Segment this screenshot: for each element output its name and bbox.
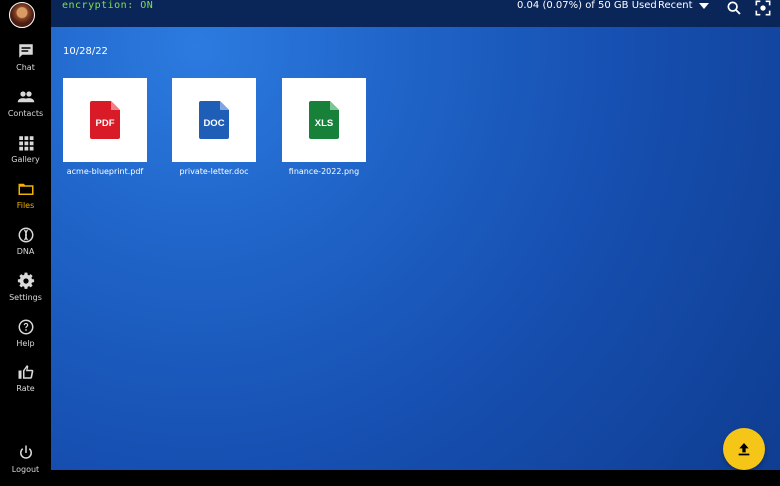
file-type-badge: XLS bbox=[315, 118, 333, 129]
help-icon bbox=[18, 319, 34, 335]
sidebar-item-settings[interactable]: Settings bbox=[0, 272, 51, 314]
sidebar-item-contacts[interactable]: Contacts bbox=[0, 88, 51, 130]
scan-icon[interactable] bbox=[755, 0, 771, 16]
file-thumbnail[interactable]: XLS bbox=[282, 78, 366, 162]
power-icon bbox=[19, 445, 32, 459]
file-name[interactable]: finance-2022.png bbox=[282, 167, 366, 176]
sidebar-item-dna[interactable]: DNA bbox=[0, 226, 51, 268]
search-icon[interactable] bbox=[726, 0, 742, 16]
sidebar-item-chat[interactable]: Chat bbox=[0, 42, 51, 84]
sidebar-item-label: Chat bbox=[16, 63, 35, 72]
upload-icon bbox=[738, 443, 750, 456]
file-item[interactable]: XLS finance-2022.png bbox=[282, 78, 366, 176]
sidebar-item-files[interactable]: Files bbox=[0, 180, 51, 222]
sidebar-item-rate[interactable]: Rate bbox=[0, 363, 51, 405]
pdf-file-icon: PDF bbox=[90, 101, 120, 139]
folder-icon bbox=[18, 183, 33, 195]
encryption-status: encryption: ON bbox=[62, 0, 154, 11]
sidebar-item-label: Help bbox=[16, 339, 35, 348]
top-bar: encryption: ON 0.04 (0.07%) of 50 GB Use… bbox=[51, 0, 780, 27]
caret-down-icon[interactable] bbox=[699, 3, 709, 9]
sidebar-item-label: Gallery bbox=[11, 155, 40, 164]
avatar[interactable] bbox=[9, 2, 35, 28]
sidebar-item-label: Files bbox=[16, 201, 35, 210]
gallery-icon bbox=[18, 136, 33, 151]
sidebar: Chat Contacts Gallery Files DNA Settings… bbox=[0, 0, 51, 474]
files-main: encryption: ON 0.04 (0.07%) of 50 GB Use… bbox=[51, 0, 780, 470]
storage-usage: 0.04 (0.07%) of 50 GB Used bbox=[517, 0, 657, 11]
date-group-heading: 10/28/22 bbox=[63, 46, 108, 57]
sidebar-item-logout[interactable]: Logout bbox=[0, 444, 51, 486]
chat-icon bbox=[18, 44, 33, 58]
gear-icon bbox=[17, 272, 34, 289]
dna-icon bbox=[18, 227, 34, 243]
sidebar-item-label: Settings bbox=[9, 293, 42, 302]
thumbs-up-icon bbox=[18, 365, 33, 379]
xls-file-icon: XLS bbox=[309, 101, 339, 139]
file-type-badge: PDF bbox=[96, 118, 115, 129]
file-item[interactable]: PDF acme-blueprint.pdf bbox=[63, 78, 147, 176]
file-type-badge: DOC bbox=[203, 118, 224, 129]
doc-file-icon: DOC bbox=[199, 101, 229, 139]
upload-button[interactable] bbox=[723, 428, 765, 470]
sidebar-item-label: DNA bbox=[16, 247, 35, 256]
file-thumbnail[interactable]: PDF bbox=[63, 78, 147, 162]
file-item[interactable]: DOC private-letter.doc bbox=[172, 78, 256, 176]
file-name[interactable]: acme-blueprint.pdf bbox=[63, 167, 147, 176]
file-name[interactable]: private-letter.doc bbox=[172, 167, 256, 176]
sort-dropdown[interactable]: Recent bbox=[658, 0, 693, 11]
sidebar-item-gallery[interactable]: Gallery bbox=[0, 134, 51, 176]
sidebar-item-help[interactable]: Help bbox=[0, 318, 51, 360]
contacts-icon bbox=[17, 91, 34, 103]
file-thumbnail[interactable]: DOC bbox=[172, 78, 256, 162]
sidebar-item-label: Rate bbox=[16, 384, 35, 393]
sidebar-item-label: Contacts bbox=[7, 109, 44, 118]
